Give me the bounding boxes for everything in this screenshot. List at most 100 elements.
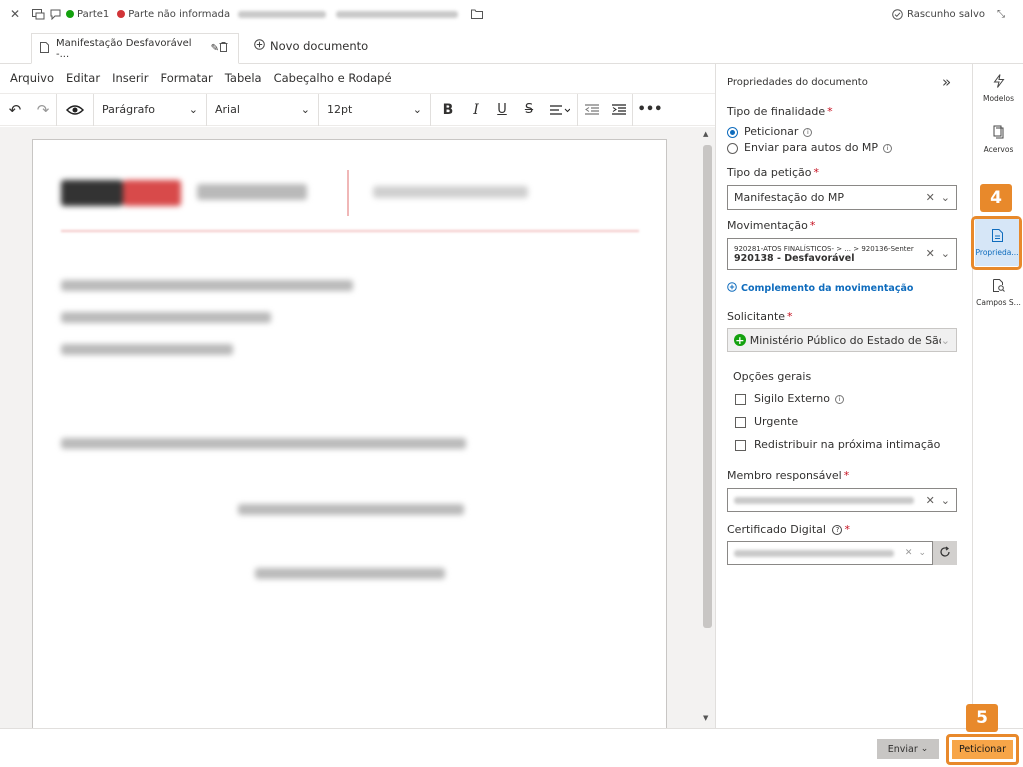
enviar-button[interactable]: Enviar ⌄ bbox=[877, 739, 939, 759]
menu-editar[interactable]: Editar bbox=[66, 71, 100, 85]
editor-scrollbar[interactable]: ▲ ▼ bbox=[700, 127, 715, 728]
movimentacao-select[interactable]: 920281-ATOS FINALÍSTICOS- > ... > 920136… bbox=[727, 238, 957, 270]
document-page[interactable] bbox=[32, 139, 667, 728]
document-link-icon[interactable] bbox=[32, 6, 45, 22]
plus-circle-icon bbox=[727, 282, 737, 295]
radio-enviar-label: Enviar para autos do MP bbox=[744, 141, 879, 154]
checkbox-icon[interactable] bbox=[735, 439, 746, 451]
clear-icon[interactable]: ✕ bbox=[926, 247, 935, 260]
paragraph-style-select[interactable]: Parágrafo ⌄ bbox=[94, 94, 206, 125]
membro-label-text: Membro responsável bbox=[727, 469, 842, 482]
delete-icon[interactable] bbox=[219, 42, 228, 55]
scrollbar-thumb[interactable] bbox=[703, 145, 712, 628]
scroll-down-icon[interactable]: ▼ bbox=[703, 714, 708, 722]
properties-panel: Propriedades do documento » Tipo de fina… bbox=[715, 64, 972, 728]
refresh-certificate-button[interactable] bbox=[933, 541, 957, 565]
redo-icon[interactable]: ↷ bbox=[30, 96, 56, 124]
movimentacao-value: 920138 - Desfavorável bbox=[734, 252, 855, 264]
panel-title: Propriedades do documento bbox=[727, 77, 868, 88]
scroll-up-icon[interactable]: ▲ bbox=[703, 130, 708, 138]
chevron-down-icon[interactable]: ⌄ bbox=[941, 191, 950, 204]
certificado-label: Certificado Digital ? * bbox=[727, 523, 850, 536]
underline-icon[interactable]: U bbox=[489, 96, 515, 124]
checkbox-urgente[interactable]: Urgente bbox=[735, 415, 798, 428]
complemento-label: Complemento da movimentação bbox=[741, 283, 914, 294]
clear-icon[interactable]: ✕ bbox=[905, 548, 913, 558]
clear-icon[interactable]: ✕ bbox=[926, 494, 935, 507]
chevron-down-icon[interactable]: ⌄ bbox=[941, 334, 950, 347]
checkbox-icon[interactable] bbox=[735, 416, 746, 428]
solicitante-label: Solicitante * bbox=[727, 310, 793, 323]
step-badge-5: 5 bbox=[966, 704, 998, 732]
tipo-peticao-select[interactable]: Manifestação do MP ✕ ⌄ bbox=[727, 185, 957, 210]
italic-icon[interactable]: I bbox=[463, 96, 489, 124]
redacted-process-info bbox=[238, 10, 327, 18]
menu-formatar[interactable]: Formatar bbox=[160, 71, 212, 85]
finalidade-label-text: Tipo de finalidade bbox=[727, 105, 826, 118]
strikethrough-icon[interactable]: S bbox=[515, 96, 543, 124]
edit-icon[interactable]: ✎ bbox=[211, 43, 219, 54]
more-options-icon[interactable]: ••• bbox=[633, 96, 667, 124]
certificado-select[interactable]: ✕ ⌄ bbox=[727, 541, 933, 565]
plus-circle-icon bbox=[254, 39, 265, 53]
rail-modelos-label: Modelos bbox=[982, 94, 1014, 103]
info-icon: i bbox=[834, 394, 844, 404]
rail-acervos-label: Acervos bbox=[983, 145, 1014, 154]
bold-icon[interactable]: B bbox=[433, 96, 463, 124]
chevron-down-icon[interactable]: ⌄ bbox=[918, 548, 926, 558]
redacted-prosecutor-office bbox=[373, 186, 528, 198]
rail-item-propriedades[interactable]: Proprieda... bbox=[975, 219, 1019, 266]
tab-document-label: Manifestação Desfavorável -... bbox=[56, 37, 192, 60]
collapse-panel-icon[interactable]: » bbox=[942, 73, 951, 91]
font-family-select[interactable]: Arial ⌄ bbox=[207, 94, 318, 125]
document-icon bbox=[40, 41, 49, 56]
undo-icon[interactable]: ↶ bbox=[0, 96, 30, 124]
rail-propriedades-label: Proprieda... bbox=[975, 248, 1019, 257]
radio-peticionar-label: Peticionar bbox=[744, 125, 799, 138]
folder-icon[interactable] bbox=[471, 6, 484, 22]
peticionar-button[interactable]: Peticionar bbox=[952, 740, 1013, 759]
indent-icon[interactable] bbox=[606, 96, 632, 124]
menu-tabela[interactable]: Tabela bbox=[225, 71, 262, 85]
membro-select[interactable]: ✕ ⌄ bbox=[727, 488, 957, 512]
radio-peticionar[interactable]: Peticionar i bbox=[727, 125, 813, 138]
rail-item-campos[interactable]: Campos S... bbox=[973, 279, 1023, 307]
editor-canvas[interactable] bbox=[0, 127, 700, 728]
menu-inserir[interactable]: Inserir bbox=[112, 71, 148, 85]
menu-arquivo[interactable]: Arquivo bbox=[10, 71, 54, 85]
outdent-icon[interactable] bbox=[578, 96, 606, 124]
radio-enviar-autos[interactable]: Enviar para autos do MP i bbox=[727, 141, 893, 154]
chevron-down-icon: ⌄ bbox=[188, 103, 198, 116]
new-document-button[interactable]: Novo documento bbox=[254, 39, 368, 53]
font-size-select[interactable]: 12pt ⌄ bbox=[319, 94, 430, 125]
redacted-body-line bbox=[61, 438, 466, 449]
clear-icon[interactable]: ✕ bbox=[926, 191, 935, 204]
menu-cabecalho-rodape[interactable]: Cabeçalho e Rodapé bbox=[274, 71, 392, 85]
document-properties-icon bbox=[975, 229, 1019, 245]
checkbox-sigilo[interactable]: Sigilo Externo i bbox=[735, 392, 844, 405]
chevron-down-icon[interactable]: ⌄ bbox=[941, 247, 950, 260]
checkbox-redistribuir[interactable]: Redistribuir na próxima intimação bbox=[735, 438, 940, 451]
radio-selected-icon[interactable] bbox=[727, 126, 738, 138]
radio-unselected-icon[interactable] bbox=[727, 142, 738, 154]
rail-item-acervos[interactable]: Acervos bbox=[973, 125, 1023, 154]
align-left-icon[interactable] bbox=[543, 96, 577, 124]
peticionar-highlight[interactable]: Peticionar bbox=[946, 734, 1019, 765]
close-icon[interactable]: ✕ bbox=[9, 6, 21, 22]
redacted-process-number bbox=[336, 10, 459, 18]
comment-icon[interactable] bbox=[50, 6, 61, 22]
checkbox-icon[interactable] bbox=[735, 393, 746, 405]
chevron-down-icon[interactable]: ⌄ bbox=[941, 494, 950, 507]
info-icon: i bbox=[883, 143, 893, 153]
complemento-link[interactable]: Complemento da movimentação bbox=[727, 282, 913, 295]
document-tabs: Manifestação Desfavorável -... ✎ Novo do… bbox=[0, 28, 1023, 64]
bottom-action-bar: Enviar ⌄ Peticionar bbox=[0, 728, 1023, 767]
tab-document[interactable]: Manifestação Desfavorável -... ✎ bbox=[31, 33, 239, 64]
chevron-down-icon: ⌄ bbox=[300, 103, 310, 116]
solicitante-select[interactable]: + Ministério Público do Estado de São ⌄ bbox=[727, 328, 957, 352]
movimentacao-label-text: Movimentação bbox=[727, 219, 808, 232]
help-icon[interactable]: ? bbox=[832, 525, 843, 535]
collapse-icon[interactable]: ⤡ bbox=[997, 6, 1005, 22]
rail-item-modelos[interactable]: Modelos bbox=[973, 74, 1023, 103]
preview-eye-icon[interactable] bbox=[57, 96, 93, 124]
